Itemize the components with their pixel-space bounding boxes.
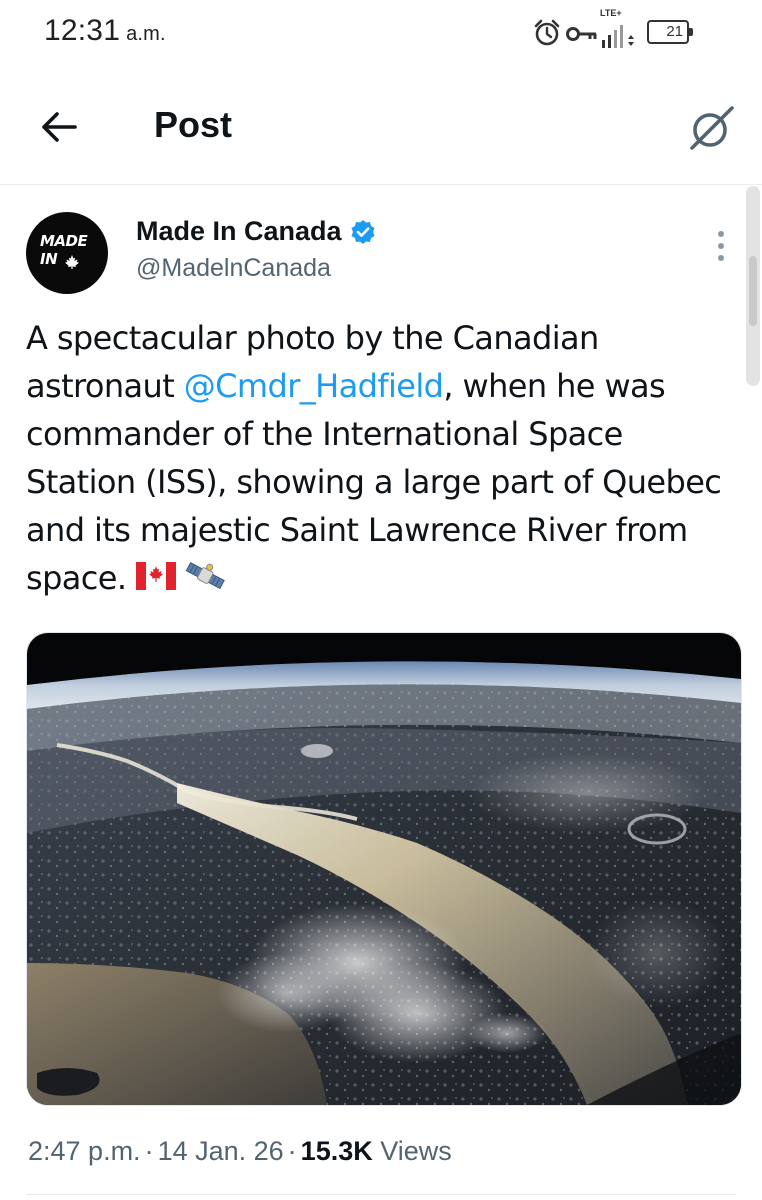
meta-separator-2: · xyxy=(287,1136,297,1166)
author-name-text: Made In Canada xyxy=(136,216,342,246)
avatar-logo-line1: MADE xyxy=(40,232,88,250)
status-icons: LTE+ 21 xyxy=(532,8,762,60)
verified-badge-icon xyxy=(351,219,375,244)
more-options-button[interactable] xyxy=(706,226,736,266)
battery-level: 21 xyxy=(666,23,683,40)
top-app-bar: Post xyxy=(0,70,762,185)
back-button[interactable] xyxy=(30,98,88,156)
meta-separator: · xyxy=(144,1136,154,1166)
author-name[interactable]: Made In Canada xyxy=(136,216,376,247)
screen: 12:31 a.m. LTE+ 21 Post MADE IN Made In … xyxy=(0,0,762,1200)
status-bar: 12:31 a.m. LTE+ 21 xyxy=(0,0,762,70)
satellite-icon xyxy=(186,561,226,590)
alarm-icon xyxy=(534,19,560,46)
post-meta: 2:47 p.m. · 14 Jan. 26 · 15.3K Views xyxy=(28,1136,452,1167)
divider xyxy=(26,1194,736,1195)
vpn-key-icon xyxy=(566,27,597,41)
canada-flag-icon xyxy=(136,562,177,590)
network-type-label: LTE+ xyxy=(600,8,622,18)
mention-link[interactable]: @Cmdr_Hadfield xyxy=(184,367,444,405)
status-time: 12:31 a.m. xyxy=(44,14,166,48)
avatar[interactable]: MADE IN xyxy=(26,212,108,294)
arrow-left-icon xyxy=(42,112,77,142)
post-image[interactable] xyxy=(26,632,742,1106)
signal-icon xyxy=(602,25,634,48)
post-time: 2:47 p.m. xyxy=(28,1136,141,1166)
status-time-ampm: a.m. xyxy=(126,23,166,45)
views-label[interactable]: Views xyxy=(380,1136,452,1166)
views-count[interactable]: 15.3K xyxy=(301,1136,373,1166)
page-title: Post xyxy=(154,104,233,145)
post-date: 14 Jan. 26 xyxy=(157,1136,284,1166)
author-handle[interactable]: @MadelnCanada xyxy=(136,254,331,283)
scrollbar[interactable] xyxy=(746,186,760,386)
scrollbar-thumb[interactable] xyxy=(749,256,757,326)
maple-leaf-icon xyxy=(65,255,79,269)
grok-icon xyxy=(690,106,734,150)
post-text: A spectacular photo by the Canadian astr… xyxy=(26,314,726,602)
status-time-value: 12:31 xyxy=(44,14,121,47)
more-vertical-icon xyxy=(718,231,724,261)
battery-icon: 21 xyxy=(647,20,693,44)
grok-button[interactable] xyxy=(682,98,742,158)
earth-from-space-photo xyxy=(27,633,741,1105)
